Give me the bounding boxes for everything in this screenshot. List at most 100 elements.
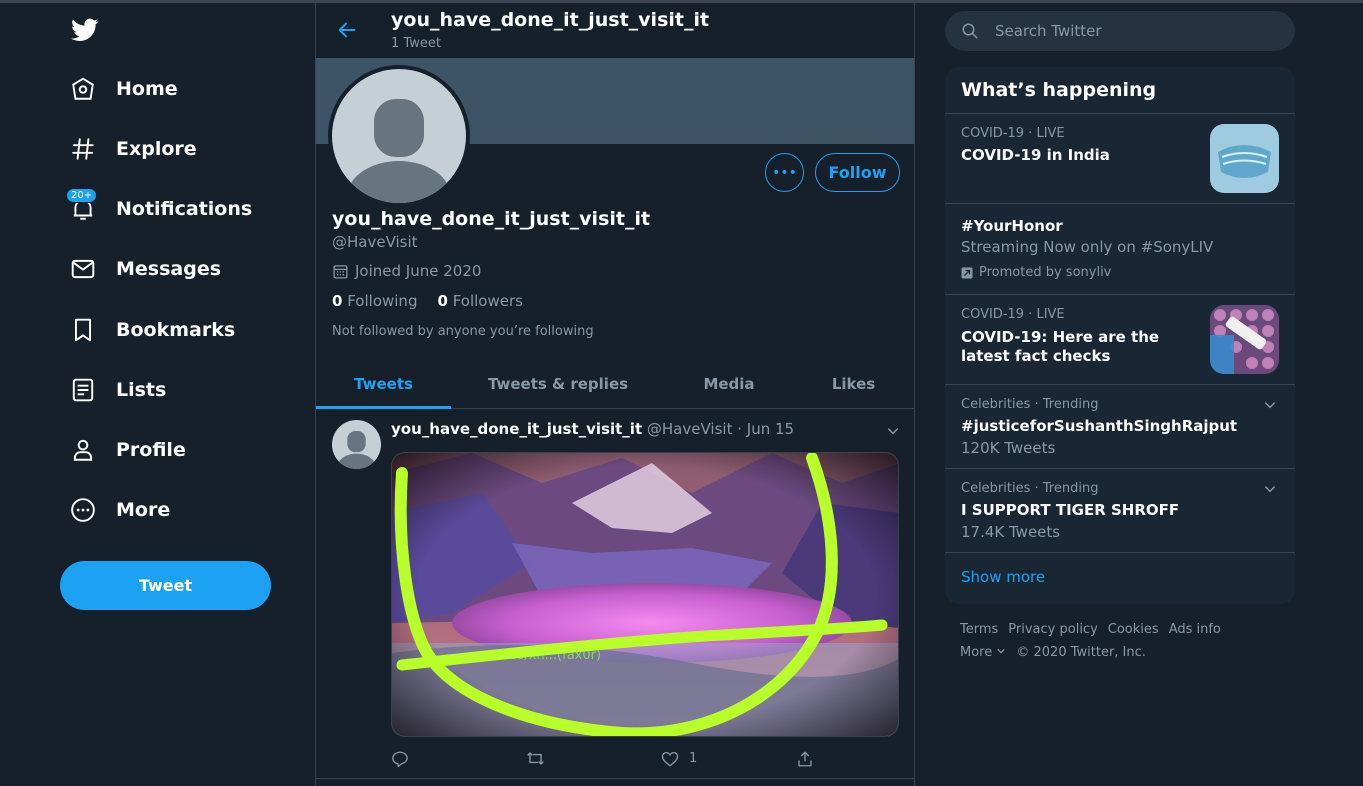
followers-count: 0 [437,292,448,310]
footer-link-privacy[interactable]: Privacy policy [1008,622,1097,637]
trend-title: COVID-19: Here are the latest fact check… [961,328,1160,365]
mountain-lake-image: t.co/xh...(fax0r) [392,453,898,736]
back-arrow-icon[interactable] [336,19,358,41]
tab-likes[interactable]: Likes [793,360,914,408]
trend-tweet-count: 120K Tweets [961,439,1056,457]
followed-by-note: Not followed by anyone you’re following [332,324,594,339]
nav-item-lists[interactable]: Lists [60,365,166,415]
tweet-actions: 1 [391,749,899,768]
search-box[interactable] [945,11,1295,51]
header-title: you_have_done_it_just_visit_it [391,9,710,31]
chevron-down-icon[interactable] [1263,481,1277,495]
header-tweet-count: 1 Tweet [391,36,441,51]
primary-navigation: Home Explore 20+ Notifications Messages … [0,0,315,786]
trend-item[interactable]: COVID-19 · LIVE COVID-19 in India [945,113,1295,203]
promoted-by: Promoted by sonyliv [979,265,1112,280]
reply-button[interactable] [391,749,526,768]
profile-avatar[interactable] [328,65,470,207]
promoted-icon [961,267,973,278]
tweet-header: you_have_done_it_just_visit_it @HaveVisi… [391,420,794,438]
compose-tweet-button[interactable]: Tweet [60,561,271,610]
trend-item[interactable]: Celebrities · Trending I SUPPORT TIGER S… [945,468,1295,552]
tweet-author-name[interactable]: you_have_done_it_just_visit_it [391,420,642,438]
nav-item-more[interactable]: More [60,485,170,535]
trend-title: COVID-19 in India [961,146,1110,164]
like-count: 1 [689,751,698,766]
trend-divider [945,552,1295,553]
profile-more-button[interactable]: ••• [765,153,804,192]
chevron-down-icon[interactable] [886,423,900,437]
tweet-author-avatar[interactable] [332,420,381,469]
nav-item-label: Lists [116,379,167,401]
like-button[interactable]: 1 [661,749,796,768]
envelope-icon [70,256,96,282]
tweet-separator: · [737,420,743,438]
chevron-down-icon [997,648,1006,654]
show-more-link[interactable]: Show more [961,568,1045,586]
home-icon [70,76,96,102]
profile-tabs: Tweets Tweets & replies Media Likes [316,360,914,409]
profile-handle: @HaveVisit [332,233,418,251]
footer-link-terms[interactable]: Terms [960,622,998,637]
trend-item[interactable]: Celebrities · Trending #justiceforSushan… [945,384,1295,468]
twitter-bird-icon[interactable] [70,16,100,44]
followers-link[interactable]: 0 Followers [437,292,522,310]
list-icon [70,377,96,403]
profile-name: you_have_done_it_just_visit_it [332,208,651,230]
nav-item-label: Messages [116,258,222,280]
trend-title: I SUPPORT TIGER SHROFF [961,501,1180,519]
trend-title: #justiceforSushanthSinghRajput [961,417,1238,435]
hashtag-icon [70,136,96,162]
tweet-image[interactable]: t.co/xh...(fax0r) [391,452,899,737]
following-link[interactable]: 0 Following [332,292,417,310]
footer-link-ads-info[interactable]: Ads info [1169,622,1221,637]
nav-item-explore[interactable]: Explore [60,124,197,174]
nav-item-profile[interactable]: Profile [60,425,186,475]
tab-tweets[interactable]: Tweets [316,360,451,409]
tab-media[interactable]: Media [665,360,793,408]
trend-meta: COVID-19 · LIVE [961,307,1065,322]
bell-icon: 20+ [66,188,98,222]
share-button[interactable] [796,749,856,768]
trend-title: #YourHonor [961,217,1063,235]
trend-tweet-count: 17.4K Tweets [961,523,1061,541]
retweet-button[interactable] [526,749,661,768]
nav-item-messages[interactable]: Messages [60,244,221,294]
tweet-date[interactable]: Jun 15 [747,420,794,438]
nav-item-bookmarks[interactable]: Bookmarks [60,305,235,355]
tab-tweets-replies[interactable]: Tweets & replies [451,360,665,408]
chevron-down-icon[interactable] [1263,397,1277,411]
search-input[interactable] [995,22,1275,40]
trend-meta: Celebrities · Trending [961,397,1099,412]
footer-more-button[interactable]: More [960,645,1006,660]
share-icon [798,751,812,766]
trend-subtitle: Streaming Now only on #SonyLIV [961,238,1214,256]
trend-meta: Celebrities · Trending [961,481,1099,496]
nav-item-notifications[interactable]: 20+ Notifications [60,184,252,234]
nav-item-home[interactable]: Home [60,64,178,114]
nav-item-label: Profile [116,439,186,461]
footer: Terms Privacy policy Cookies Ads info Mo… [960,622,1221,668]
trend-item[interactable]: COVID-19 · LIVE COVID-19: Here are the l… [945,294,1295,384]
test-tubes-image [1210,305,1279,374]
tweet-divider [316,778,914,779]
tweet-author-handle[interactable]: @HaveVisit [647,420,733,438]
calendar-icon [333,264,348,279]
face-mask-image [1210,124,1279,193]
following-label: Following [347,292,418,310]
reply-icon [392,751,408,767]
person-icon [70,437,96,463]
joined-date: Joined June 2020 [355,262,482,280]
profile-joined: Joined June 2020 [332,262,481,280]
default-avatar-icon [347,99,451,203]
footer-copyright: © 2020 Twitter, Inc. [1016,645,1146,660]
search-icon [962,23,978,39]
footer-link-cookies[interactable]: Cookies [1108,622,1159,637]
nav-item-label: Bookmarks [116,319,236,341]
retweet-icon [527,752,544,765]
bookmark-icon [70,317,96,343]
follow-button[interactable]: Follow [815,153,900,192]
default-avatar-icon [337,430,376,469]
trend-item-promoted[interactable]: #YourHonor Streaming Now only on #SonyLI… [945,203,1295,294]
nav-item-label: Home [116,78,178,100]
